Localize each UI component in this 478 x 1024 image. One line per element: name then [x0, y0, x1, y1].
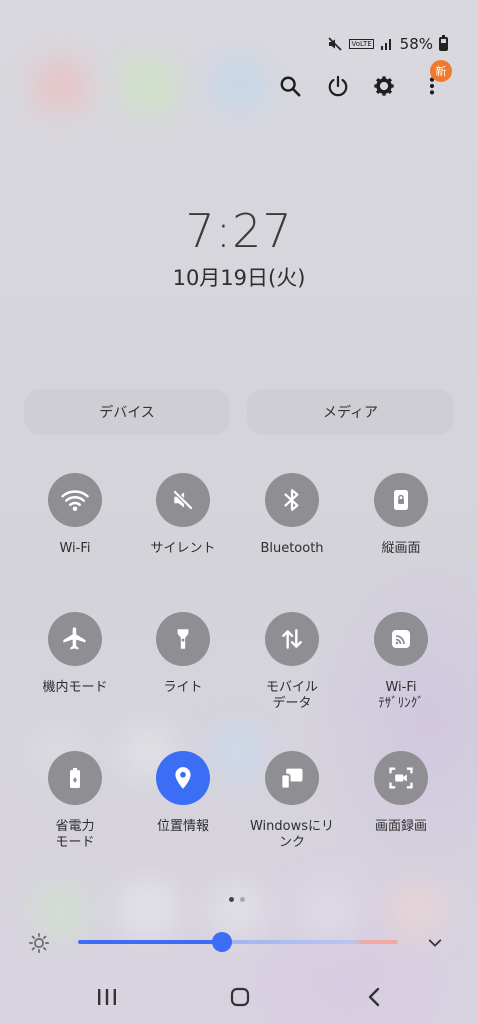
- tile-label: サイレント: [150, 541, 216, 556]
- media-button[interactable]: メディア: [247, 389, 454, 435]
- volte-indicator: VoLTE: [349, 39, 374, 49]
- power-button[interactable]: [318, 66, 358, 106]
- more-options-button[interactable]: 新: [412, 60, 452, 106]
- background-blob: [208, 55, 268, 115]
- expand-button[interactable]: [422, 930, 448, 956]
- power-saving-icon: [48, 751, 102, 805]
- portrait-lock-icon: [374, 473, 428, 527]
- back-icon: [368, 987, 380, 1007]
- power-icon: [328, 75, 348, 97]
- status-bar: VoLTE 58%: [327, 34, 448, 54]
- tile-label: モバイル データ: [265, 680, 318, 711]
- device-label: デバイス: [99, 405, 155, 421]
- tile-screen-recorder[interactable]: 画面録画: [351, 751, 451, 835]
- tile-label: Bluetooth: [260, 541, 324, 556]
- clock-time: 7:27: [185, 204, 293, 258]
- back-button[interactable]: [354, 982, 394, 1012]
- location-icon: [156, 751, 210, 805]
- tile-label: Wi-Fi ﾃｻﾞﾘﾝｸﾞ: [378, 680, 424, 711]
- page-dot: [240, 897, 245, 902]
- search-icon: [280, 76, 301, 97]
- search-button[interactable]: [270, 66, 310, 106]
- tile-label: 省電力 モード: [55, 819, 95, 850]
- mute-status-icon: [328, 37, 343, 51]
- battery-icon: [439, 35, 448, 51]
- airplane-icon: [48, 612, 102, 666]
- bluetooth-icon: [265, 473, 319, 527]
- hotspot-icon: [374, 612, 428, 666]
- recent-apps-button[interactable]: [87, 982, 127, 1012]
- tile-label: 縦画面: [381, 541, 421, 556]
- tile-mobile-data[interactable]: モバイル データ: [242, 612, 342, 712]
- brightness-thumb[interactable]: [212, 932, 232, 952]
- recent-apps-icon: [98, 989, 116, 1005]
- signal-icon: [380, 39, 391, 50]
- mute-icon: [156, 473, 210, 527]
- navigation-bar: [0, 968, 478, 1024]
- panel-actions: 新: [266, 60, 456, 106]
- page-indicator: [229, 897, 245, 902]
- tile-silent[interactable]: サイレント: [133, 473, 233, 557]
- new-badge: 新: [430, 60, 452, 82]
- gear-icon: [374, 76, 394, 96]
- link-to-windows-icon: [265, 751, 319, 805]
- tile-label: Windowsにリ ンク: [249, 819, 335, 850]
- battery-percent: 58%: [399, 35, 433, 53]
- media-label: メディア: [322, 405, 379, 421]
- tile-label: ライト: [163, 680, 203, 695]
- wifi-icon: [48, 473, 102, 527]
- page-dot: [229, 897, 234, 902]
- tile-label: 画面録画: [374, 819, 427, 834]
- device-button[interactable]: デバイス: [24, 389, 230, 435]
- brightness-track: [78, 940, 398, 944]
- tile-wifi[interactable]: Wi-Fi: [25, 473, 125, 557]
- settings-button[interactable]: [364, 66, 404, 106]
- tile-label: 機内モード: [42, 680, 108, 695]
- screen-recorder-icon: [374, 751, 428, 805]
- tile-link-to-windows[interactable]: Windowsにリ ンク: [242, 751, 342, 851]
- tile-bluetooth[interactable]: Bluetooth: [242, 473, 342, 557]
- tile-location[interactable]: 位置情報: [133, 751, 233, 835]
- chevron-down-icon: [428, 939, 442, 947]
- flashlight-icon: [156, 612, 210, 666]
- tile-wifi-tethering[interactable]: Wi-Fi ﾃｻﾞﾘﾝｸﾞ: [351, 612, 451, 712]
- tile-flashlight[interactable]: ライト: [133, 612, 233, 696]
- tile-portrait[interactable]: 縦画面: [351, 473, 451, 557]
- brightness-slider[interactable]: [78, 928, 398, 956]
- tile-label: 位置情報: [156, 819, 209, 834]
- brightness-icon: [28, 932, 50, 954]
- background-blob: [118, 55, 178, 115]
- tile-power-saving[interactable]: 省電力 モード: [25, 751, 125, 851]
- home-icon: [230, 987, 250, 1007]
- mobile-data-icon: [265, 612, 319, 666]
- tile-label: Wi-Fi: [59, 541, 91, 556]
- clock-date: 10月19日(火): [172, 266, 306, 290]
- tile-airplane-mode[interactable]: 機内モード: [25, 612, 125, 696]
- background-blob: [30, 55, 90, 115]
- home-button[interactable]: [220, 982, 260, 1012]
